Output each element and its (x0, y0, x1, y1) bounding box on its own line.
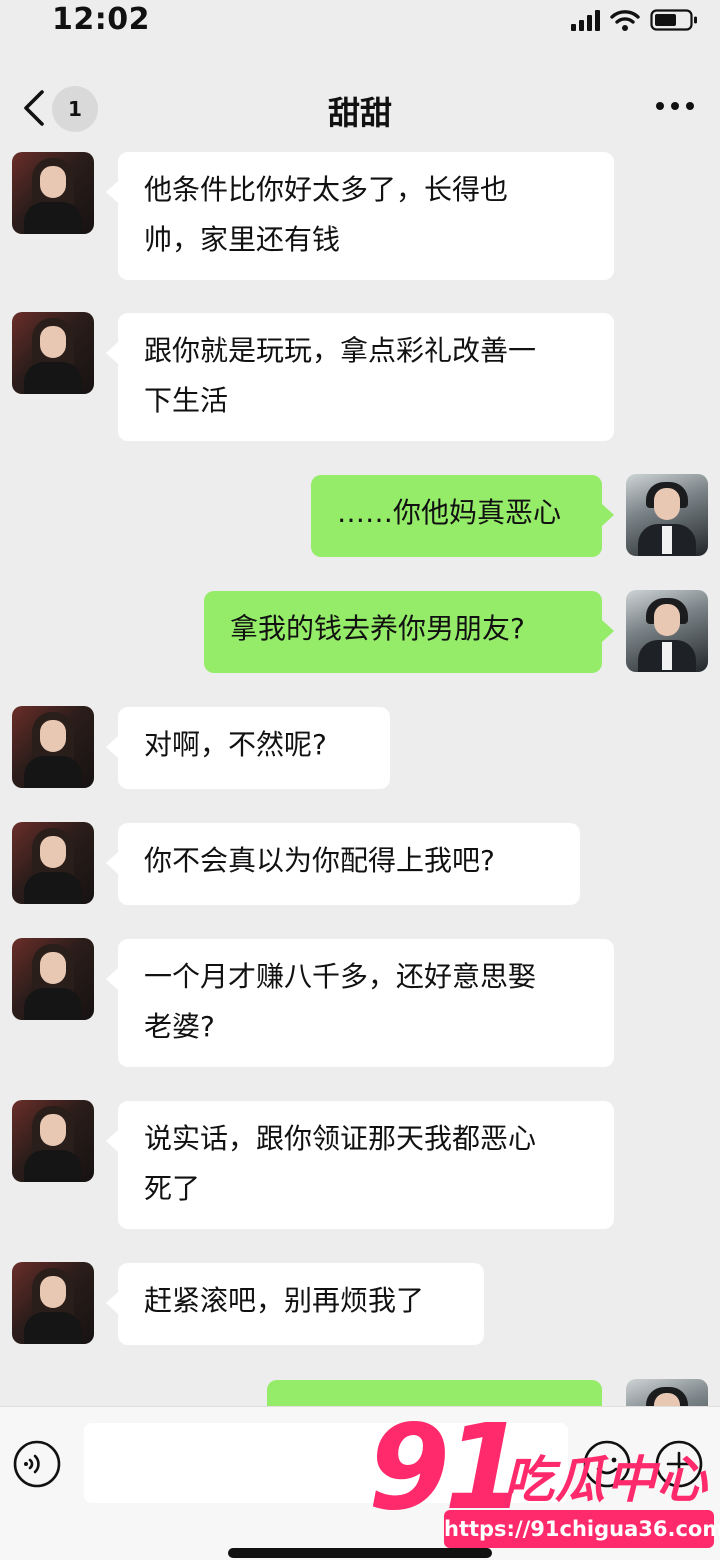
home-indicator (228, 1548, 492, 1558)
my-avatar[interactable] (626, 1379, 708, 1406)
message-line: 下生活 (144, 384, 229, 417)
contact-avatar[interactable] (12, 152, 94, 234)
status-bar: 12:02 (0, 0, 720, 44)
message-line: 说实话，跟你领证那天我都恶心 (144, 1122, 537, 1155)
contact-avatar[interactable] (12, 822, 94, 904)
contact-avatar[interactable] (12, 312, 94, 394)
chat-title: 甜甜 (327, 94, 392, 132)
status-icons (571, 8, 698, 32)
message-bubble[interactable]: 你不会真以为你配得上我吧? (106, 823, 580, 905)
message-line: 跟你就是玩玩，拿点彩礼改善一 (144, 334, 537, 367)
message-line: 你不会真以为你配得上我吧? (144, 844, 495, 877)
message-line: 帅，家里还有钱 (144, 223, 341, 256)
contact-avatar[interactable] (12, 938, 94, 1020)
chat-message-list[interactable]: 他条件比你好太多了，长得也 帅，家里还有钱 跟你就是玩玩，拿点彩礼改善一 下生活… (0, 152, 720, 1406)
message-input[interactable] (84, 1423, 568, 1503)
message-bubble[interactable] (267, 1380, 602, 1406)
emoji-icon[interactable] (582, 1439, 632, 1489)
message-bubble[interactable]: 赶紧滚吧，别再烦我了 (106, 1263, 484, 1345)
message-line: 对啊，不然呢? (144, 728, 327, 761)
add-attachment-icon[interactable] (654, 1439, 704, 1489)
my-avatar[interactable] (626, 474, 708, 556)
message-line: 赶紧滚吧，别再烦我了 (144, 1284, 425, 1317)
message-bubble[interactable]: 拿我的钱去养你男朋友? (204, 591, 614, 673)
input-bar (0, 1406, 720, 1560)
message-bubble[interactable]: 对啊，不然呢? (106, 707, 390, 789)
chat-header: 1 甜甜 (0, 62, 720, 152)
battery-icon (650, 9, 697, 31)
message-line: ……你他妈真恶心 (337, 496, 562, 529)
contact-avatar[interactable] (12, 1100, 94, 1182)
more-options-icon[interactable] (656, 102, 694, 110)
status-time: 12:02 (52, 2, 150, 37)
message-line: 死了 (144, 1172, 201, 1205)
contact-avatar[interactable] (12, 706, 94, 788)
message-line: 他条件比你好太多了，长得也 (144, 173, 509, 206)
contact-avatar[interactable] (12, 1262, 94, 1344)
wifi-icon (610, 10, 640, 31)
my-avatar[interactable] (626, 590, 708, 672)
message-bubble[interactable]: 一个月才赚八千多，还好意思娶 老婆? (106, 939, 614, 1067)
message-line: 老婆? (144, 1010, 215, 1043)
voice-input-icon[interactable] (12, 1439, 62, 1489)
cellular-signal-icon (571, 9, 600, 31)
message-line: 一个月才赚八千多，还好意思娶 (144, 960, 537, 993)
message-bubble[interactable]: 他条件比你好太多了，长得也 帅，家里还有钱 (106, 152, 614, 280)
message-bubble[interactable]: ……你他妈真恶心 (311, 475, 614, 557)
message-bubble[interactable]: 跟你就是玩玩，拿点彩礼改善一 下生活 (106, 313, 614, 441)
message-line: 拿我的钱去养你男朋友? (230, 612, 525, 645)
message-bubble[interactable]: 说实话，跟你领证那天我都恶心 死了 (106, 1101, 614, 1229)
